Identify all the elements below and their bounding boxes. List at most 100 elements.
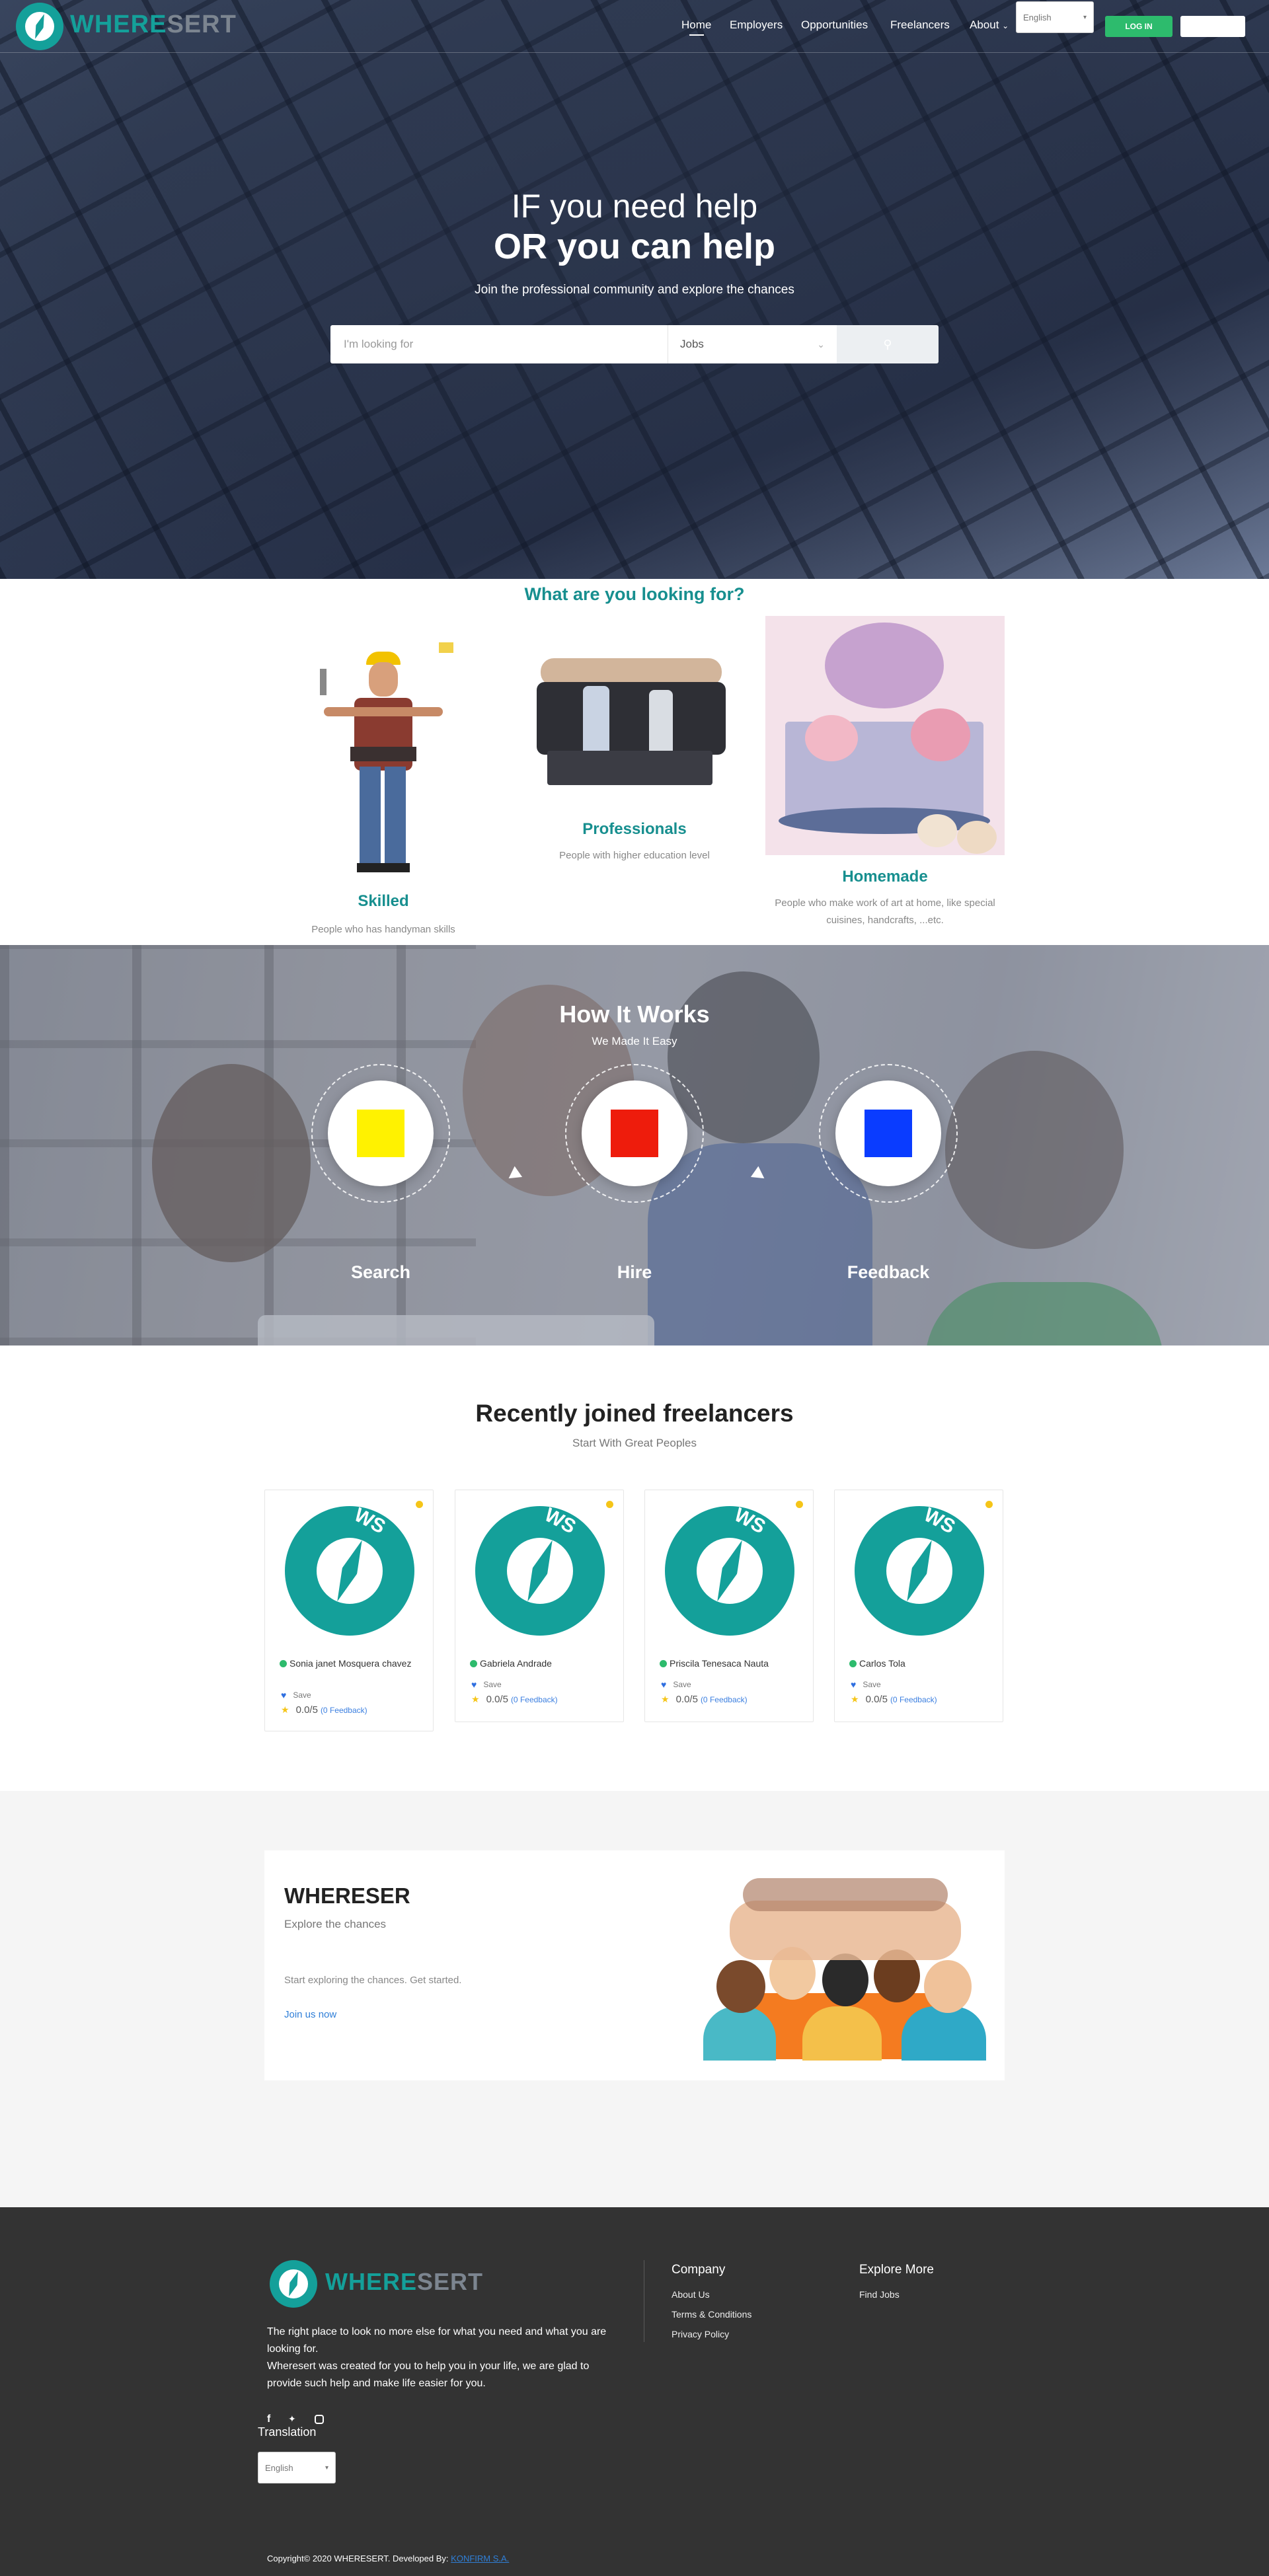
looking-title: What are you looking for? (524, 584, 745, 604)
chevron-down-icon: ▾ (1083, 13, 1087, 21)
category-skilled-title[interactable]: Skilled (284, 892, 482, 911)
skilled-image[interactable] (311, 634, 456, 879)
status-dot (796, 1501, 803, 1508)
feedback-step-icon (865, 1110, 912, 1157)
star-icon: ★ (851, 1694, 859, 1704)
step-search-label: Search (350, 1262, 411, 1282)
freelancers-title: Recently joined freelancers (475, 1400, 794, 1427)
nav-employers[interactable]: Employers (730, 19, 783, 32)
freelancer-name: Priscila Tenesaca Nauta (670, 1658, 769, 1669)
chevron-down-icon: ▾ (325, 2464, 328, 2472)
category-skilled-desc: People who has handyman skills (311, 924, 455, 935)
freelancer-card[interactable]: WS Sonia janet Mosquera chavez ♥ Save ★ 0.… (264, 1490, 434, 1731)
language-select[interactable]: English ▾ (1016, 1, 1094, 33)
star-icon: ★ (661, 1694, 670, 1704)
category-professionals-title[interactable]: Professionals (535, 820, 734, 839)
avatar: WS (665, 1504, 794, 1636)
register-button[interactable] (1180, 16, 1245, 37)
search-step-icon (357, 1110, 404, 1157)
footer-company-title: Company (672, 2263, 726, 2277)
instagram-icon[interactable] (315, 2415, 324, 2424)
nav-opportunities[interactable]: Opportunities (801, 19, 868, 32)
avatar: WS (855, 1504, 984, 1636)
login-button[interactable]: LOG IN (1105, 16, 1173, 37)
nav-about[interactable]: About ⌄ (970, 19, 1009, 32)
star-icon: ★ (281, 1704, 289, 1715)
step-feedback-circle[interactable] (835, 1080, 941, 1186)
cta-subtitle: Explore the chances (284, 1918, 387, 1930)
nav-freelancers[interactable]: Freelancers (890, 19, 950, 32)
footer-logo-text[interactable]: WHERESERT (325, 2268, 483, 2296)
facebook-icon[interactable]: f (267, 2413, 270, 2425)
rating-value: 0.0/5 (486, 1694, 508, 1705)
developer-link[interactable]: KONFIRM S.A. (451, 2554, 509, 2563)
freelancer-card[interactable]: WS Gabriela Andrade ♥ Save ★ 0.0/5 (0 Feedb… (455, 1490, 624, 1722)
chevron-down-icon: ⌄ (1002, 21, 1009, 30)
feedback-link[interactable]: (0 Feedback) (321, 1706, 367, 1715)
twitter-icon[interactable]: ✦ (288, 2413, 296, 2425)
avatar: WS (285, 1504, 414, 1636)
rating-value: 0.0/5 (865, 1694, 888, 1705)
verified-icon (470, 1660, 477, 1667)
save-button[interactable]: ♥ Save (281, 1690, 311, 1700)
cta-title: WHERESER (284, 1883, 410, 1908)
save-button[interactable]: ♥ Save (661, 1679, 691, 1690)
search-icon: ⚲ (883, 337, 892, 351)
category-professionals-desc: People with higher education level (559, 850, 710, 861)
hero-section: WHERESERT Home Employers Opportunities F… (0, 0, 1269, 579)
search-category-select[interactable]: Jobs ⌄ (668, 325, 837, 363)
step-feedback-label: Feedback (847, 1262, 930, 1282)
brand-logo-icon[interactable] (16, 3, 63, 50)
star-icon: ★ (471, 1694, 480, 1704)
status-dot (606, 1501, 613, 1508)
save-button[interactable]: ♥ Save (471, 1679, 502, 1690)
verified-icon (849, 1660, 857, 1667)
step-hire-circle[interactable] (582, 1080, 687, 1186)
footer-logo-icon[interactable] (270, 2260, 317, 2308)
rating-value: 0.0/5 (675, 1694, 698, 1705)
hire-step-icon (611, 1110, 658, 1157)
translation-label: Translation (258, 2425, 317, 2439)
footer-link-about[interactable]: About Us (672, 2289, 710, 2300)
search-input[interactable]: I'm looking for (330, 325, 668, 363)
heart-icon: ♥ (851, 1679, 857, 1690)
freelancer-card[interactable]: WS Priscila Tenesaca Nauta ♥ Save ★ 0.0/5(… (644, 1490, 814, 1722)
footer-link-terms[interactable]: Terms & Conditions (672, 2309, 751, 2320)
rating-value: 0.0/5 (295, 1704, 318, 1716)
feedback-link[interactable]: (0 Feedback) (890, 1695, 937, 1704)
feedback-link[interactable]: (0 Feedback) (511, 1695, 558, 1704)
feedback-link[interactable]: (0 Feedback) (701, 1695, 748, 1704)
category-homemade-desc: People who make work of art at home, lik… (775, 897, 995, 926)
footer-link-find-jobs[interactable]: Find Jobs (859, 2289, 900, 2300)
chevron-down-icon: ⌄ (817, 338, 825, 350)
homemade-image[interactable] (765, 616, 1005, 855)
footer-about-p2: Wheresert was created for you to help yo… (267, 2361, 590, 2389)
status-dot (985, 1501, 993, 1508)
category-homemade-title[interactable]: Homemade (769, 868, 1001, 886)
nav-home[interactable]: Home (681, 19, 711, 32)
heart-icon: ♥ (471, 1679, 477, 1690)
how-subtitle: We Made It Easy (592, 1035, 677, 1047)
freelancer-name: Carlos Tola (859, 1658, 905, 1669)
footer-link-privacy[interactable]: Privacy Policy (672, 2329, 729, 2339)
search-button[interactable]: ⚲ (837, 325, 939, 363)
footer-language-select[interactable]: English ▾ (258, 2452, 336, 2483)
avatar: WS (475, 1504, 605, 1636)
hero-title-line1: IF you need help (511, 188, 758, 225)
freelancer-card[interactable]: WS Carlos Tola ♥ Save ★ 0.0/5 (0 Feedback) (834, 1490, 1003, 1722)
join-now-link[interactable]: Join us now (284, 2009, 336, 2020)
cta-card: WHERESER Explore the chances Start explo… (264, 1850, 1005, 2080)
crowd-illustration (703, 1874, 986, 2061)
step-search-circle[interactable] (328, 1080, 434, 1186)
footer-explore-title: Explore More (859, 2263, 934, 2277)
nav-active-indicator (689, 34, 704, 36)
freelancers-subtitle: Start With Great Peoples (572, 1437, 697, 1449)
footer: WHERESERT The right place to look no mor… (0, 2207, 1269, 2576)
brand-logo-text[interactable]: WHERESERT (70, 11, 237, 39)
hero-subtitle: Join the professional community and expl… (475, 283, 794, 297)
save-button[interactable]: ♥ Save (851, 1679, 881, 1690)
footer-about-p1: The right place to look no more else for… (267, 2326, 607, 2355)
copyright: Copyright© 2020 WHERESERT. Developed By:… (267, 2554, 510, 2563)
professionals-image[interactable] (537, 652, 726, 788)
how-it-works-section: How It Works We Made It Easy Search Hire… (0, 945, 1269, 1345)
